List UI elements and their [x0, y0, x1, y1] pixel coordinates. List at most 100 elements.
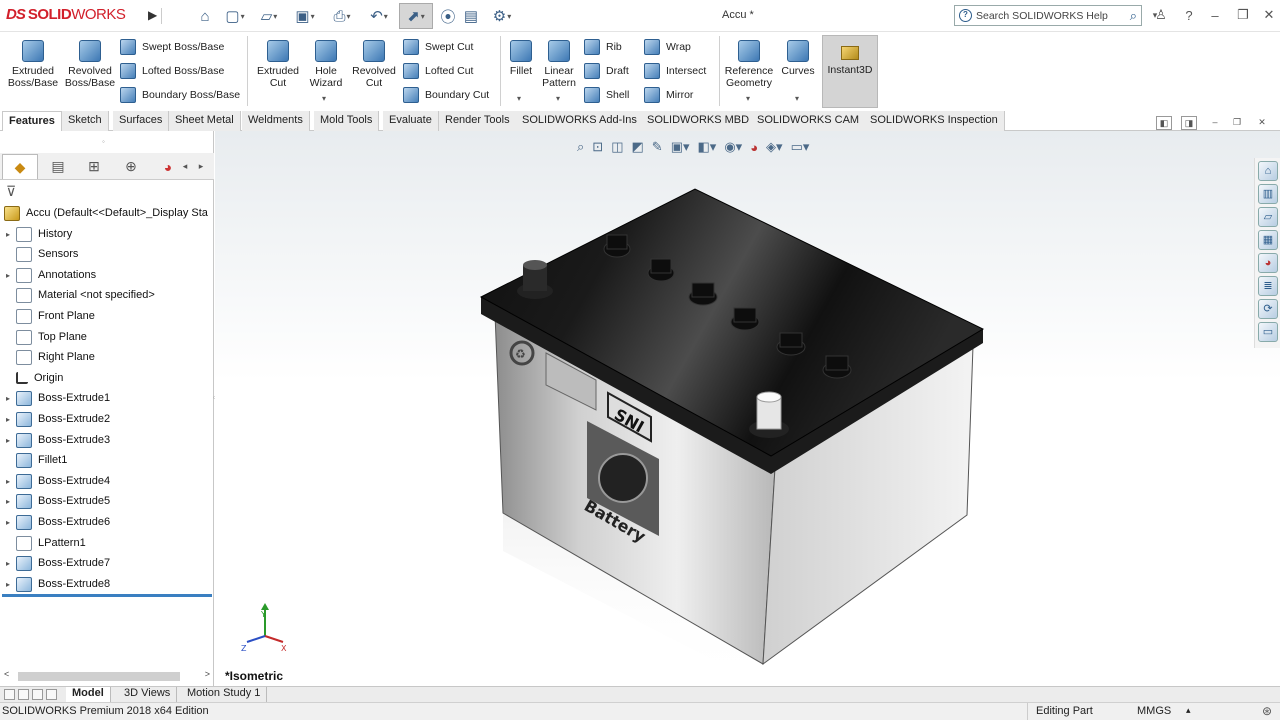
doc-minimize-icon[interactable]: –	[1207, 116, 1223, 130]
print-icon[interactable]: ⎙ ▾	[327, 3, 357, 29]
tab-sketch[interactable]: Sketch	[62, 111, 109, 131]
tree-item-material[interactable]: Material <not specified>	[0, 285, 214, 305]
boundary-cut-button[interactable]: Boundary Cut	[403, 87, 489, 103]
tree-item-boss-extrude3[interactable]: ▸ Boss-Extrude3	[0, 430, 214, 450]
tab-render-tools[interactable]: Render Tools	[439, 111, 517, 131]
expand-arrow-icon[interactable]: ▸	[6, 559, 16, 568]
tab-evaluate[interactable]: Evaluate	[383, 111, 439, 131]
tab-solidworks-mbd[interactable]: SOLIDWORKS MBD	[641, 111, 757, 131]
linear-pattern-dropdown-icon[interactable]: ▾	[556, 94, 560, 103]
rib-button[interactable]: Rib	[584, 39, 622, 55]
tree-item-lpattern1[interactable]: LPattern1	[0, 533, 214, 553]
fillet-dropdown-icon[interactable]: ▾	[517, 94, 521, 103]
tree-item-history[interactable]: ▸ History	[0, 224, 214, 244]
intersect-button[interactable]: Intersect	[644, 63, 706, 79]
tree-item-annotations[interactable]: ▸ Annotations	[0, 265, 214, 285]
tab-3d-views[interactable]: 3D Views	[118, 687, 178, 702]
collaboration-icon[interactable]: ▭	[1258, 322, 1278, 342]
restore-icon[interactable]: ❐	[1232, 4, 1254, 26]
linear-pattern-button[interactable]: Linear Pattern	[540, 40, 578, 89]
expand-arrow-icon[interactable]: ▸	[6, 518, 16, 527]
nav-first-icon[interactable]	[4, 689, 15, 700]
forum-icon[interactable]: ⟳	[1258, 299, 1278, 319]
lofted-cut-button[interactable]: Lofted Cut	[403, 63, 473, 79]
hole-wizard-dropdown-icon[interactable]: ▾	[322, 94, 326, 103]
tree-item-front-plane[interactable]: Front Plane	[0, 306, 214, 326]
menu-expand-icon[interactable]: ▶	[148, 8, 162, 24]
design-library-icon[interactable]: ▥	[1258, 184, 1278, 204]
expand-arrow-icon[interactable]: ▸	[6, 415, 16, 424]
tree-item-top-plane[interactable]: Top Plane	[0, 327, 214, 347]
select-icon[interactable]: ⬈ ▾	[399, 3, 433, 29]
revolved-cut-button[interactable]: Revolved Cut	[349, 40, 399, 89]
tab-weldments[interactable]: Weldments	[242, 111, 310, 131]
tab-sheet-metal[interactable]: Sheet Metal	[169, 111, 241, 131]
mirror-button[interactable]: Mirror	[644, 87, 693, 103]
tree-item-boss-extrude7[interactable]: ▸ Boss-Extrude7	[0, 553, 214, 573]
appearances-icon[interactable]: ◕	[1258, 253, 1278, 273]
tile-right-icon[interactable]: ◨	[1181, 116, 1197, 130]
fillet-button[interactable]: Fillet	[505, 40, 537, 77]
configuration-manager-tab-icon[interactable]: ⊞	[76, 154, 112, 179]
tree-item-right-plane[interactable]: Right Plane	[0, 347, 214, 367]
undo-icon[interactable]: ↶ ▾	[364, 3, 394, 29]
hole-wizard-button[interactable]: Hole Wizard	[304, 40, 348, 89]
save-icon[interactable]: ▣ ▾	[290, 3, 320, 29]
expand-arrow-icon[interactable]: ▸	[6, 230, 16, 239]
feature-manager-tab-icon[interactable]: ◆	[2, 154, 38, 179]
rebuild-icon[interactable]: ⦿	[438, 3, 458, 29]
units-dropdown-icon[interactable]: ▴	[1186, 705, 1191, 716]
tree-item-boss-extrude2[interactable]: ▸ Boss-Extrude2	[0, 409, 214, 429]
extruded-cut-button[interactable]: Extruded Cut	[253, 40, 303, 89]
expand-arrow-icon[interactable]: ▸	[6, 497, 16, 506]
expand-arrow-icon[interactable]: ▸	[6, 477, 16, 486]
tab-mold-tools[interactable]: Mold Tools	[314, 111, 380, 131]
minimize-icon[interactable]: –	[1204, 4, 1226, 26]
shell-button[interactable]: Shell	[584, 87, 629, 103]
units-system-button[interactable]: MMGS	[1137, 705, 1171, 717]
tab-model[interactable]: Model	[66, 687, 111, 702]
scroll-right-icon[interactable]: >	[205, 669, 210, 679]
tree-item-fillet1[interactable]: Fillet1	[0, 450, 214, 470]
search-input[interactable]: ? Search SOLIDWORKS Help ⌕	[954, 5, 1142, 26]
solidworks-logo[interactable]: DS SOLIDWORKS	[6, 6, 126, 23]
tab-solidworks-addins[interactable]: SOLIDWORKS Add-Ins	[516, 111, 644, 131]
nav-prev-icon[interactable]	[18, 689, 29, 700]
help-icon[interactable]: ?	[1178, 4, 1200, 26]
solidworks-resources-icon[interactable]: ⌂	[1258, 161, 1278, 181]
tabs-scroll-left-icon[interactable]: ◂	[178, 154, 192, 179]
tree-item-boss-extrude1[interactable]: ▸ Boss-Extrude1	[0, 388, 214, 408]
tree-item-boss-extrude6[interactable]: ▸ Boss-Extrude6	[0, 512, 214, 532]
tab-features[interactable]: Features	[2, 111, 62, 131]
filter-icon[interactable]: ⊽	[6, 183, 16, 200]
revolved-boss-button[interactable]: Revolved Boss/Base	[63, 40, 117, 89]
tile-left-icon[interactable]: ◧	[1156, 116, 1172, 130]
tree-item-boss-extrude4[interactable]: ▸ Boss-Extrude4	[0, 471, 214, 491]
reference-geometry-button[interactable]: Reference Geometry	[722, 40, 776, 89]
expand-arrow-icon[interactable]: ▸	[6, 394, 16, 403]
tab-motion-study-1[interactable]: Motion Study 1	[181, 687, 268, 702]
nav-last-icon[interactable]	[46, 689, 57, 700]
close-icon[interactable]: ✕	[1258, 4, 1280, 26]
tree-item-sensors[interactable]: Sensors	[0, 244, 214, 264]
new-document-icon[interactable]: ▢ ▾	[220, 3, 250, 29]
help-tooltip-icon[interactable]: ⊛	[1262, 704, 1272, 718]
view-palette-icon[interactable]: ▦	[1258, 230, 1278, 250]
swept-cut-button[interactable]: Swept Cut	[403, 39, 473, 55]
options-icon[interactable]: ⚙ ▾	[485, 3, 519, 29]
scroll-thumb[interactable]	[18, 672, 180, 681]
wrap-button[interactable]: Wrap	[644, 39, 691, 55]
doc-close-icon[interactable]: ✕	[1254, 116, 1270, 130]
tree-item-boss-extrude8[interactable]: ▸ Boss-Extrude8	[0, 574, 214, 594]
dimxpert-tab-icon[interactable]: ⊕	[113, 154, 149, 179]
tree-horizontal-scrollbar[interactable]: < >	[4, 669, 210, 683]
tree-root-part[interactable]: Accu (Default<<Default>_Display Sta	[0, 203, 214, 223]
tabs-scroll-right-icon[interactable]: ▸	[194, 154, 208, 179]
instant3d-button[interactable]: Instant3D	[822, 35, 878, 108]
tree-item-origin[interactable]: Origin	[0, 368, 214, 388]
expand-arrow-icon[interactable]: ▸	[6, 580, 16, 589]
lofted-boss-button[interactable]: Lofted Boss/Base	[120, 63, 224, 79]
tab-solidworks-inspection[interactable]: SOLIDWORKS Inspection	[864, 111, 1005, 131]
draft-button[interactable]: Draft	[584, 63, 629, 79]
file-explorer-icon[interactable]: ▱	[1258, 207, 1278, 227]
